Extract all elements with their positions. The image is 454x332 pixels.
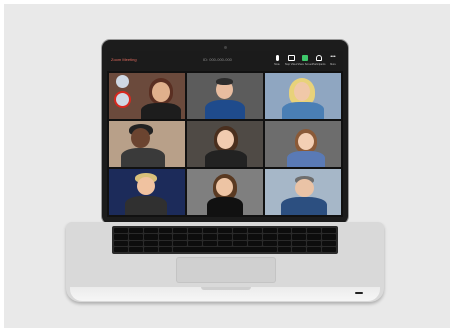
torso: [287, 151, 325, 167]
video-tile[interactable]: [109, 73, 185, 119]
trackpad[interactable]: [176, 257, 276, 283]
torso: [205, 100, 245, 119]
microphone-icon: [276, 55, 279, 61]
spacebar[interactable]: [173, 246, 277, 252]
lid-opening-notch: [201, 287, 251, 290]
video-tile[interactable]: [265, 121, 341, 167]
face: [216, 178, 233, 196]
torso: [282, 102, 324, 119]
torso: [205, 150, 247, 167]
torso: [207, 197, 243, 215]
torso: [121, 148, 165, 167]
mute-button[interactable]: Mute: [271, 54, 283, 69]
meeting-top-bar: Zoom Meeting ID: 000-000-000 Mute Stop V…: [107, 51, 343, 71]
more-icon: •••: [330, 54, 336, 60]
video-tile[interactable]: [109, 169, 185, 215]
hair: [216, 78, 233, 85]
video-tile[interactable]: [187, 169, 263, 215]
avatar-selected[interactable]: [116, 93, 129, 106]
share-screen-button[interactable]: Share Screen: [297, 54, 313, 69]
status-led: [355, 292, 363, 294]
torso: [141, 103, 181, 119]
torso: [281, 197, 327, 215]
side-avatar-strip: [113, 75, 133, 115]
face: [217, 130, 234, 149]
video-tile[interactable]: [265, 169, 341, 215]
video-tile[interactable]: [187, 121, 263, 167]
webcam: [224, 46, 227, 49]
participants-icon: [316, 55, 322, 61]
face: [298, 133, 314, 150]
participants-button[interactable]: Participants: [312, 54, 326, 69]
video-camera-icon: [288, 55, 295, 61]
more-button[interactable]: ••• More: [327, 54, 339, 69]
share-screen-icon: [302, 55, 308, 61]
video-tile[interactable]: [109, 121, 185, 167]
face: [294, 82, 310, 101]
more-label: More: [330, 63, 336, 66]
stop-video-button[interactable]: Stop Video: [285, 54, 297, 69]
face: [131, 128, 150, 148]
laptop-screen: Zoom Meeting ID: 000-000-000 Mute Stop V…: [107, 51, 343, 217]
video-tile[interactable]: [187, 73, 263, 119]
face: [137, 177, 155, 195]
torso: [125, 196, 167, 215]
meeting-id: ID: 000-000-000: [203, 57, 232, 62]
avatar[interactable]: [116, 75, 129, 88]
face: [295, 179, 314, 197]
meeting-title: Zoom Meeting: [111, 57, 137, 62]
video-grid: [109, 73, 341, 215]
face: [152, 82, 170, 102]
video-tile[interactable]: [265, 73, 341, 119]
keyboard[interactable]: [112, 226, 338, 254]
